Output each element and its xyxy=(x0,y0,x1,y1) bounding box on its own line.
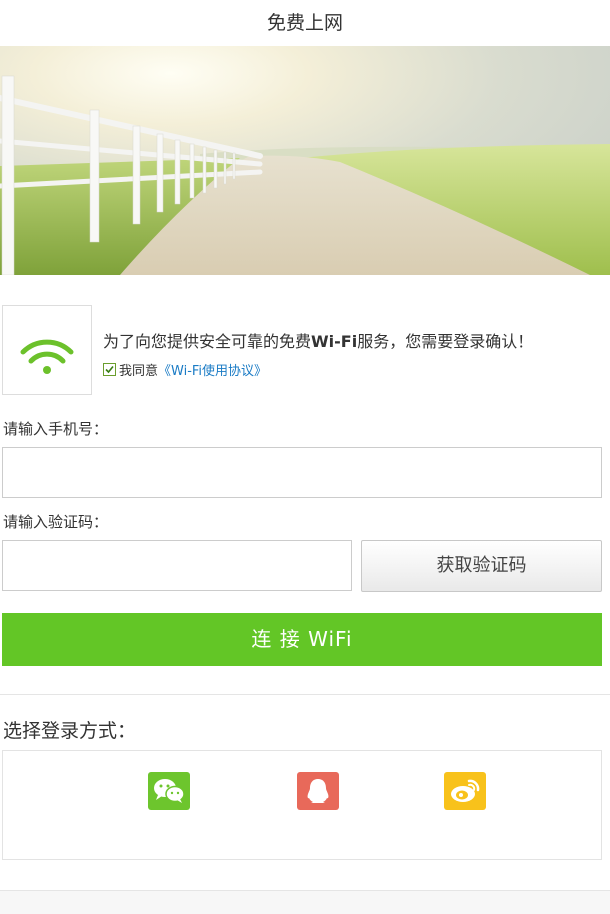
agreement-row: 我同意 《Wi-Fi使用协议》 xyxy=(103,360,267,379)
code-label: 请输入验证码： xyxy=(3,513,109,531)
wifi-logo xyxy=(2,305,92,395)
agreement-link[interactable]: 《Wi-Fi使用协议》 xyxy=(158,360,267,379)
agree-label: 我同意 xyxy=(119,364,159,379)
qq-icon xyxy=(307,779,329,803)
notice-text-bold: Wi-Fi xyxy=(311,332,358,351)
wechat-login-button[interactable] xyxy=(148,772,190,810)
login-methods-panel xyxy=(2,750,602,860)
agree-checkbox[interactable] xyxy=(103,363,116,376)
get-code-button[interactable]: 获取验证码 xyxy=(361,540,602,592)
wifi-icon xyxy=(20,339,74,374)
weibo-icon xyxy=(451,779,480,802)
login-notice: 为了向您提供安全可靠的免费Wi-Fi服务，您需要登录确认！ xyxy=(103,328,533,352)
check-icon xyxy=(105,365,114,374)
weibo-login-button[interactable] xyxy=(444,772,486,810)
footer xyxy=(0,891,610,914)
code-input[interactable] xyxy=(2,540,352,591)
connect-wifi-button[interactable]: 连 接 WiFi xyxy=(2,613,602,666)
login-method-title: 选择登录方式： xyxy=(3,720,137,742)
wechat-icon xyxy=(154,779,185,803)
page-title: 免费上网 xyxy=(0,0,610,46)
divider xyxy=(0,694,610,695)
phone-label: 请输入手机号： xyxy=(3,420,109,438)
phone-input[interactable] xyxy=(2,447,602,498)
qq-login-button[interactable] xyxy=(297,772,339,810)
banner-image xyxy=(0,46,610,275)
notice-text-after: 服务，您需要登录确认！ xyxy=(357,332,534,351)
notice-text-before: 为了向您提供安全可靠的免费 xyxy=(103,332,312,351)
